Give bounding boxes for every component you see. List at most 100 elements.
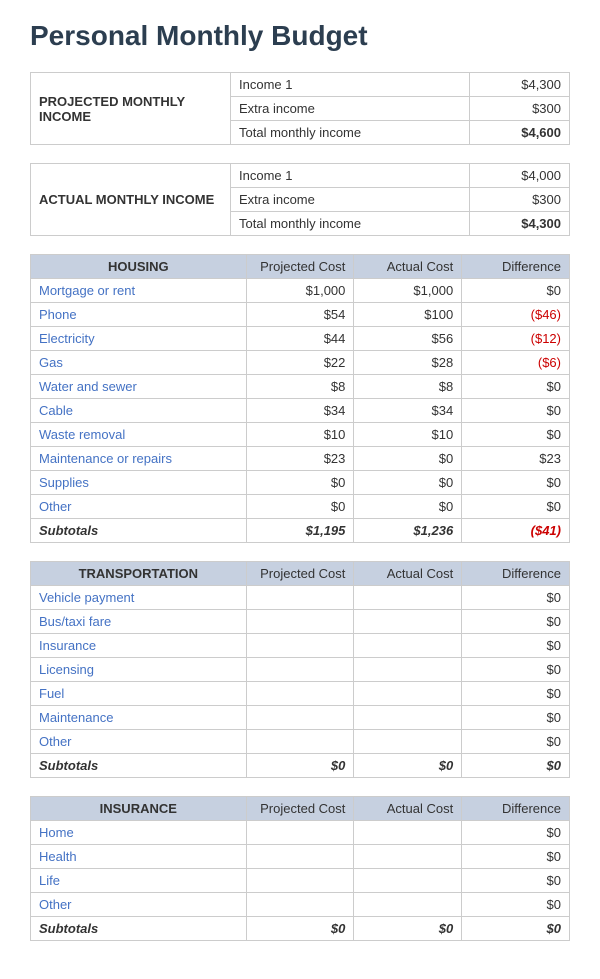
transportation-subtotal-actual: $0: [354, 754, 462, 778]
insurance-col3-header: Difference: [462, 797, 570, 821]
insurance-row-1: Health $0: [31, 845, 570, 869]
housing-item-0: Mortgage or rent: [31, 279, 247, 303]
transportation-diff-4: $0: [462, 682, 570, 706]
housing-projected-6: $10: [246, 423, 354, 447]
actual-income-label: ACTUAL MONTHLY INCOME: [31, 164, 231, 236]
insurance-col2-header: Actual Cost: [354, 797, 462, 821]
insurance-table: INSURANCE Projected Cost Actual Cost Dif…: [30, 796, 570, 941]
housing-header-row: HOUSING Projected Cost Actual Cost Diffe…: [31, 255, 570, 279]
transportation-col2-header: Actual Cost: [354, 562, 462, 586]
projected-income-name-1: Income 1: [231, 73, 470, 97]
transportation-row-5: Maintenance $0: [31, 706, 570, 730]
housing-item-5: Cable: [31, 399, 247, 423]
housing-diff-0: $0: [462, 279, 570, 303]
transportation-subtotal-row: Subtotals $0 $0 $0: [31, 754, 570, 778]
housing-item-4: Water and sewer: [31, 375, 247, 399]
housing-actual-6: $10: [354, 423, 462, 447]
housing-col3-header: Difference: [462, 255, 570, 279]
projected-income-table: PROJECTED MONTHLY INCOME Income 1 $4,300…: [30, 72, 570, 145]
insurance-subtotal-projected: $0: [246, 917, 354, 941]
insurance-diff-2: $0: [462, 869, 570, 893]
housing-subtotal-label: Subtotals: [31, 519, 247, 543]
transportation-diff-6: $0: [462, 730, 570, 754]
actual-income-section: ACTUAL MONTHLY INCOME Income 1 $4,000 Ex…: [30, 163, 570, 236]
housing-row-3: Gas $22 $28 ($6): [31, 351, 570, 375]
housing-col2-header: Actual Cost: [354, 255, 462, 279]
housing-projected-7: $23: [246, 447, 354, 471]
insurance-row-2: Life $0: [31, 869, 570, 893]
transportation-projected-6: [246, 730, 354, 754]
transportation-subtotal-projected: $0: [246, 754, 354, 778]
transportation-actual-4: [354, 682, 462, 706]
transportation-projected-3: [246, 658, 354, 682]
housing-row-4: Water and sewer $8 $8 $0: [31, 375, 570, 399]
transportation-row-6: Other $0: [31, 730, 570, 754]
transportation-item-4: Fuel: [31, 682, 247, 706]
housing-diff-7: $23: [462, 447, 570, 471]
projected-income-name-2: Extra income: [231, 97, 470, 121]
transportation-col3-header: Difference: [462, 562, 570, 586]
housing-diff-9: $0: [462, 495, 570, 519]
transportation-row-0: Vehicle payment $0: [31, 586, 570, 610]
transportation-actual-6: [354, 730, 462, 754]
insurance-projected-1: [246, 845, 354, 869]
housing-projected-9: $0: [246, 495, 354, 519]
housing-subtotal-diff: ($41): [462, 519, 570, 543]
transportation-subtotal-diff: $0: [462, 754, 570, 778]
insurance-actual-0: [354, 821, 462, 845]
housing-actual-8: $0: [354, 471, 462, 495]
transportation-item-2: Insurance: [31, 634, 247, 658]
insurance-diff-3: $0: [462, 893, 570, 917]
transportation-row-2: Insurance $0: [31, 634, 570, 658]
housing-actual-9: $0: [354, 495, 462, 519]
insurance-actual-3: [354, 893, 462, 917]
transportation-projected-2: [246, 634, 354, 658]
housing-row-5: Cable $34 $34 $0: [31, 399, 570, 423]
transportation-diff-1: $0: [462, 610, 570, 634]
housing-subtotal-projected: $1,195: [246, 519, 354, 543]
transportation-diff-2: $0: [462, 634, 570, 658]
insurance-header: INSURANCE: [31, 797, 247, 821]
transportation-item-6: Other: [31, 730, 247, 754]
transportation-row-4: Fuel $0: [31, 682, 570, 706]
transportation-projected-0: [246, 586, 354, 610]
housing-actual-7: $0: [354, 447, 462, 471]
housing-diff-6: $0: [462, 423, 570, 447]
transportation-item-5: Maintenance: [31, 706, 247, 730]
insurance-row-3: Other $0: [31, 893, 570, 917]
housing-diff-2: ($12): [462, 327, 570, 351]
transportation-actual-0: [354, 586, 462, 610]
transportation-projected-1: [246, 610, 354, 634]
transportation-item-1: Bus/taxi fare: [31, 610, 247, 634]
housing-projected-1: $54: [246, 303, 354, 327]
transportation-item-3: Licensing: [31, 658, 247, 682]
insurance-col1-header: Projected Cost: [246, 797, 354, 821]
transportation-header: TRANSPORTATION: [31, 562, 247, 586]
projected-income-section: PROJECTED MONTHLY INCOME Income 1 $4,300…: [30, 72, 570, 145]
housing-diff-5: $0: [462, 399, 570, 423]
housing-row-7: Maintenance or repairs $23 $0 $23: [31, 447, 570, 471]
housing-header: HOUSING: [31, 255, 247, 279]
insurance-subtotal-row: Subtotals $0 $0 $0: [31, 917, 570, 941]
housing-actual-0: $1,000: [354, 279, 462, 303]
housing-projected-8: $0: [246, 471, 354, 495]
housing-item-2: Electricity: [31, 327, 247, 351]
housing-actual-1: $100: [354, 303, 462, 327]
transportation-section: TRANSPORTATION Projected Cost Actual Cos…: [30, 561, 570, 778]
insurance-projected-3: [246, 893, 354, 917]
insurance-header-row: INSURANCE Projected Cost Actual Cost Dif…: [31, 797, 570, 821]
housing-item-9: Other: [31, 495, 247, 519]
insurance-diff-0: $0: [462, 821, 570, 845]
insurance-row-0: Home $0: [31, 821, 570, 845]
projected-income-label: PROJECTED MONTHLY INCOME: [31, 73, 231, 145]
transportation-diff-3: $0: [462, 658, 570, 682]
housing-item-8: Supplies: [31, 471, 247, 495]
projected-income-total-value: $4,600: [470, 121, 570, 145]
projected-income-row-1: PROJECTED MONTHLY INCOME Income 1 $4,300: [31, 73, 570, 97]
housing-actual-5: $34: [354, 399, 462, 423]
transportation-row-1: Bus/taxi fare $0: [31, 610, 570, 634]
actual-income-row-1: ACTUAL MONTHLY INCOME Income 1 $4,000: [31, 164, 570, 188]
insurance-subtotal-diff: $0: [462, 917, 570, 941]
housing-diff-1: ($46): [462, 303, 570, 327]
housing-projected-0: $1,000: [246, 279, 354, 303]
